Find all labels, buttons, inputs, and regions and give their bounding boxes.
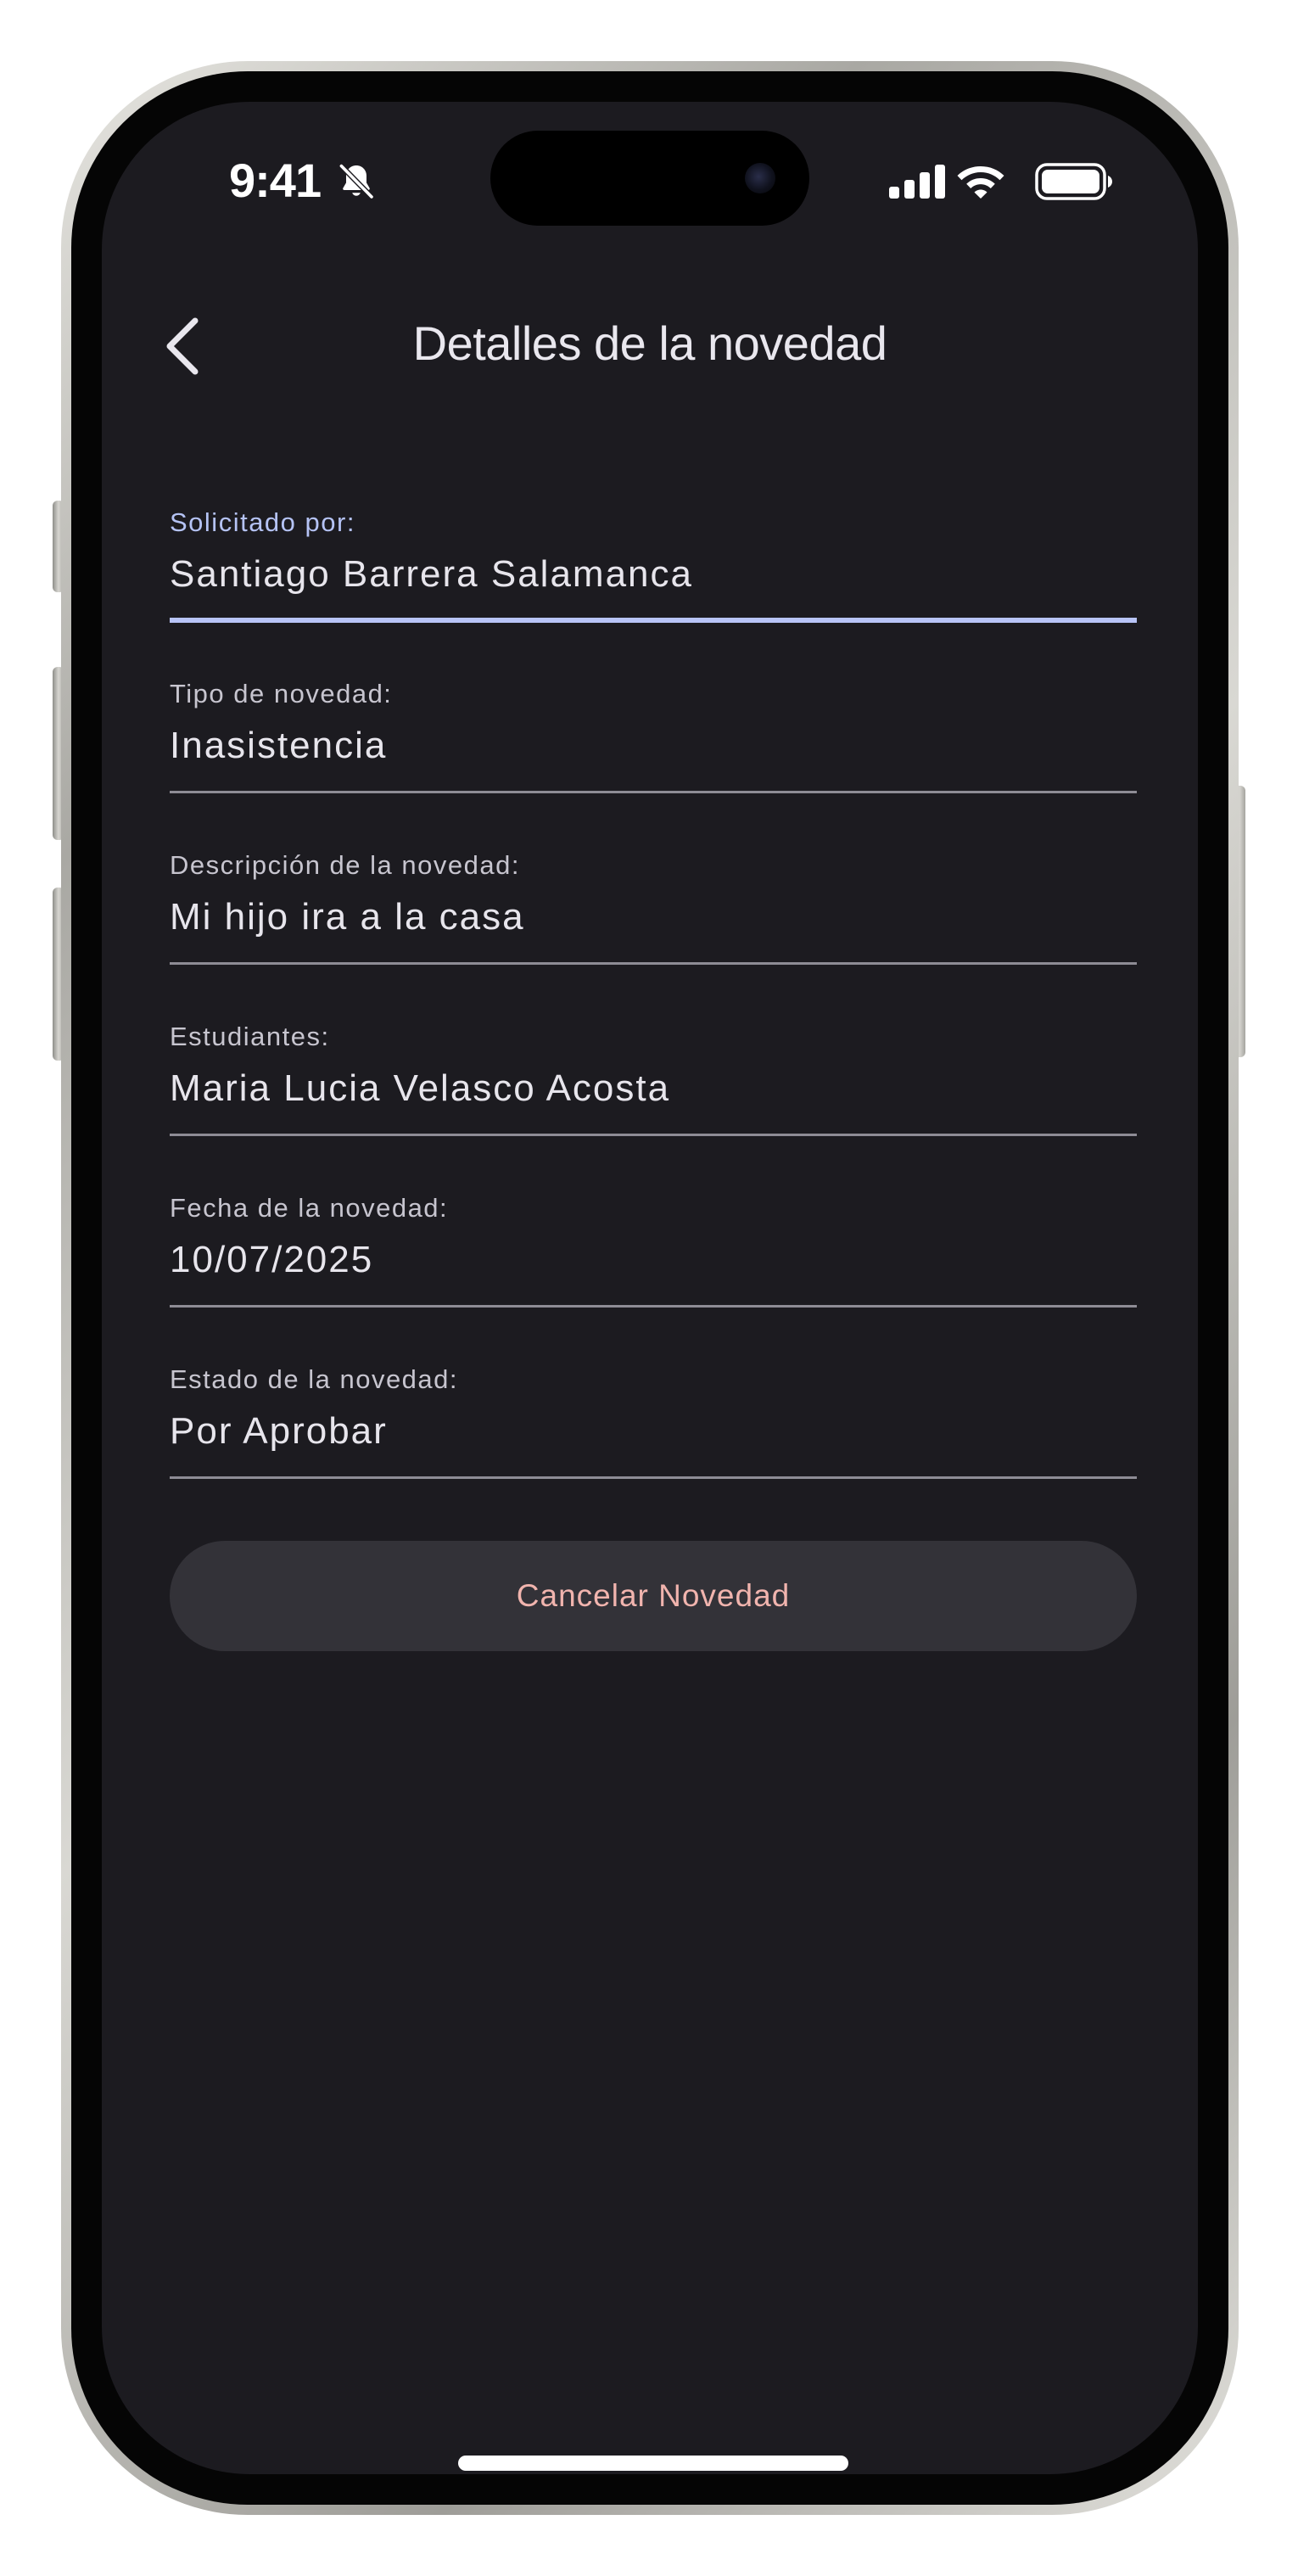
field-value: Por Aprobar [170, 1410, 388, 1452]
field-label: Estudiantes: [170, 1022, 330, 1051]
dynamic-island [490, 131, 809, 226]
field-value: Mi hijo ira a la casa [170, 896, 525, 938]
field-underline [170, 618, 1137, 623]
front-camera [745, 163, 775, 193]
field-value: Inasistencia [170, 725, 388, 766]
field-underline [170, 791, 1137, 793]
wifi-icon [957, 166, 1004, 199]
cellular-signal-icon [889, 165, 945, 199]
field-underline [170, 1476, 1137, 1479]
device-mockup: 9:41 Detalles de la novedad Solicitado p… [0, 0, 1298, 2576]
field-value: Maria Lucia Velasco Acosta [170, 1067, 671, 1109]
field-underline [170, 1305, 1137, 1308]
field-underline [170, 1134, 1137, 1136]
cancel-novelty-label: Cancelar Novedad [516, 1578, 791, 1613]
field-underline [170, 962, 1137, 965]
field-value: Santiago Barrera Salamanca [170, 553, 693, 595]
page-title: Detalles de la novedad [412, 316, 887, 370]
field-label: Tipo de novedad: [170, 679, 393, 708]
bell-slash-icon [338, 163, 375, 200]
app-screen: 9:41 Detalles de la novedad Solicitado p… [102, 102, 1198, 2474]
field-label: Descripción de la novedad: [170, 850, 520, 880]
status-time: 9:41 [229, 154, 322, 207]
field-label: Estado de la novedad: [170, 1364, 459, 1394]
field-label: Solicitado por: [170, 507, 355, 537]
cancel-novelty-button[interactable]: Cancelar Novedad [170, 1541, 1137, 1651]
battery-icon [1035, 163, 1112, 200]
home-indicator[interactable] [458, 2456, 848, 2471]
field-value: 10/07/2025 [170, 1239, 374, 1280]
field-label: Fecha de la novedad: [170, 1193, 449, 1223]
